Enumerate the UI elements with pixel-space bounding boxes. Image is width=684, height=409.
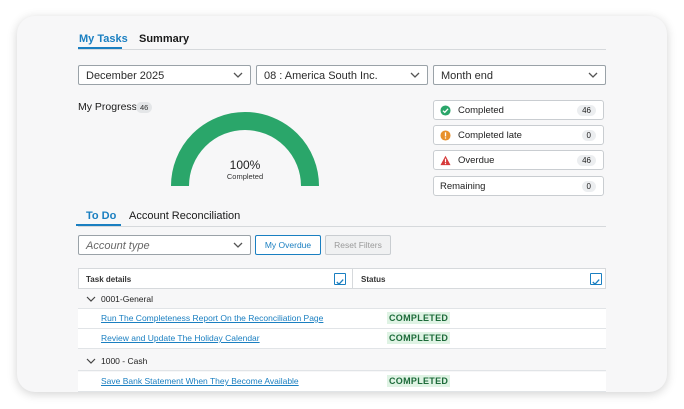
stat-remaining: Remaining 0 xyxy=(433,176,604,196)
check-circle-icon xyxy=(440,105,451,116)
period-select[interactable]: December 2025 xyxy=(78,65,251,85)
stat-label: Completed xyxy=(458,105,504,116)
progress-count-badge: 46 xyxy=(136,102,153,113)
chevron-down-icon xyxy=(410,72,420,78)
stat-value: 0 xyxy=(581,181,596,192)
subtabs-divider xyxy=(78,226,606,227)
entity-value: 08 : America South Inc. xyxy=(264,70,378,82)
table-header: Task details Status xyxy=(78,268,606,289)
chevron-down-icon xyxy=(233,242,243,248)
stat-label: Completed late xyxy=(458,130,522,141)
column-header-status: Status xyxy=(361,275,386,284)
warning-triangle-icon xyxy=(440,155,451,166)
group-row[interactable]: 1000 - Cash xyxy=(78,351,606,371)
app-window: My Tasks Summary December 2025 08 : Amer… xyxy=(17,16,667,392)
stat-value: 0 xyxy=(581,130,596,141)
my-overdue-button[interactable]: My Overdue xyxy=(255,235,321,255)
checkmark-icon xyxy=(592,279,600,286)
task-link[interactable]: Save Bank Statement When They Become Ava… xyxy=(101,376,299,386)
tab-to-do[interactable]: To Do xyxy=(86,210,116,222)
stat-value: 46 xyxy=(577,155,596,166)
status-badge: COMPLETED xyxy=(387,312,451,324)
tabs-divider xyxy=(78,49,606,50)
account-type-placeholder: Account type xyxy=(86,240,150,252)
table-row: Review and Update The Holiday Calendar C… xyxy=(78,329,606,349)
checkmark-icon xyxy=(336,279,344,286)
chevron-down-icon xyxy=(233,72,243,78)
stat-label: Remaining xyxy=(440,181,486,192)
entity-select[interactable]: 08 : America South Inc. xyxy=(256,65,428,85)
stat-completed-late: Completed late 0 xyxy=(433,125,604,145)
column-header-task: Task details xyxy=(86,275,132,284)
tab-account-reconciliation[interactable]: Account Reconciliation xyxy=(129,210,240,222)
group-name: 1000 - Cash xyxy=(101,356,148,366)
status-badge: COMPLETED xyxy=(387,332,451,344)
tab-my-tasks[interactable]: My Tasks xyxy=(79,33,128,45)
cycle-select[interactable]: Month end xyxy=(433,65,606,85)
reset-filters-button[interactable]: Reset Filters xyxy=(325,235,391,255)
task-link[interactable]: Review and Update The Holiday Calendar xyxy=(101,333,260,343)
chevron-down-icon[interactable] xyxy=(86,356,96,366)
account-type-select[interactable]: Account type xyxy=(78,235,251,255)
progress-percent: 100% xyxy=(229,158,261,172)
period-value: December 2025 xyxy=(86,70,165,82)
stat-completed: Completed 46 xyxy=(433,100,604,120)
table-row: Run The Completeness Report On the Recon… xyxy=(78,309,606,329)
group-row[interactable]: 0001-General xyxy=(78,289,606,309)
stat-value: 46 xyxy=(577,105,596,116)
stat-label: Overdue xyxy=(458,155,495,166)
tab-summary[interactable]: Summary xyxy=(139,33,189,45)
select-all-checkbox[interactable] xyxy=(334,273,346,286)
table-row: Save Bank Statement When They Become Ava… xyxy=(78,372,606,392)
chevron-down-icon[interactable] xyxy=(86,294,96,304)
progress-title: My Progress xyxy=(78,101,137,113)
cycle-value: Month end xyxy=(441,70,493,82)
alert-circle-icon xyxy=(440,130,451,141)
status-checkbox[interactable] xyxy=(590,273,602,286)
chevron-down-icon xyxy=(588,72,598,78)
task-link[interactable]: Run The Completeness Report On the Recon… xyxy=(101,313,323,323)
progress-sub-label: Completed xyxy=(226,172,264,181)
stat-overdue: Overdue 46 xyxy=(433,150,604,170)
column-divider xyxy=(352,269,353,288)
status-badge: COMPLETED xyxy=(387,375,451,387)
group-name: 0001-General xyxy=(101,294,153,304)
